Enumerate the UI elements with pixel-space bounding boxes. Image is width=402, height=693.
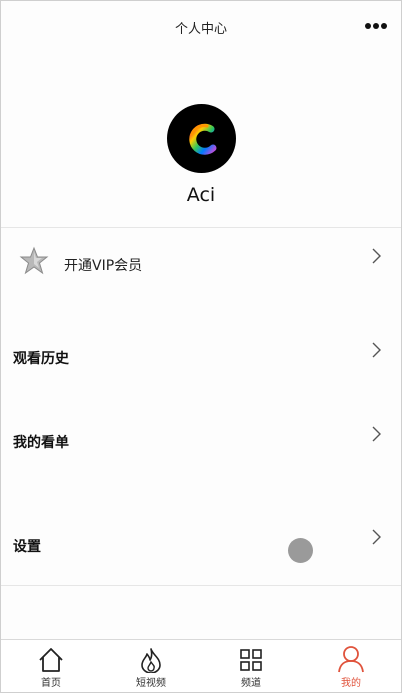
chevron-right-icon	[372, 342, 381, 358]
menu-item-history[interactable]: 观看历史	[1, 331, 401, 381]
tab-label: 短视频	[136, 678, 166, 689]
header-bar: 个人中心	[1, 1, 401, 49]
tab-short-video[interactable]: 短视频	[101, 640, 201, 692]
tab-channel[interactable]: 频道	[201, 640, 301, 692]
menu-item-label: 我的看单	[13, 435, 69, 451]
flame-icon	[141, 648, 161, 673]
user-icon	[338, 646, 364, 673]
divider	[1, 585, 401, 586]
more-dots-icon[interactable]	[365, 23, 387, 29]
floating-button[interactable]	[288, 538, 313, 563]
vip-label: 开通VIP会员	[64, 258, 143, 274]
rainbow-c-logo-icon	[189, 123, 217, 155]
menu-item-watchlist[interactable]: 我的看单	[1, 415, 401, 465]
vip-row[interactable]: 开通VIP会员	[1, 228, 401, 298]
vip-star-icon	[19, 246, 49, 275]
chevron-right-icon	[372, 529, 381, 545]
chevron-right-icon	[372, 426, 381, 442]
avatar[interactable]	[167, 104, 236, 173]
chevron-right-icon	[372, 248, 381, 264]
menu-item-settings[interactable]: 设置	[1, 519, 401, 569]
username: Aci	[186, 184, 216, 206]
tab-bar: 首页 短视频 频道 我的	[1, 639, 401, 692]
tab-label: 首页	[41, 678, 61, 689]
tab-home[interactable]: 首页	[1, 640, 101, 692]
tab-label: 我的	[341, 678, 361, 689]
menu-item-label: 观看历史	[13, 351, 69, 367]
page-title: 个人中心	[174, 22, 227, 37]
menu-item-label: 设置	[13, 539, 41, 555]
screen: 个人中心 Aci 开通VIP会员 观看历史 我的看单 设置 首页 短视频 频道 …	[0, 0, 402, 693]
grid-icon	[240, 649, 262, 671]
tab-label: 频道	[241, 678, 261, 689]
tab-mine[interactable]: 我的	[301, 640, 401, 692]
home-icon	[39, 648, 63, 672]
